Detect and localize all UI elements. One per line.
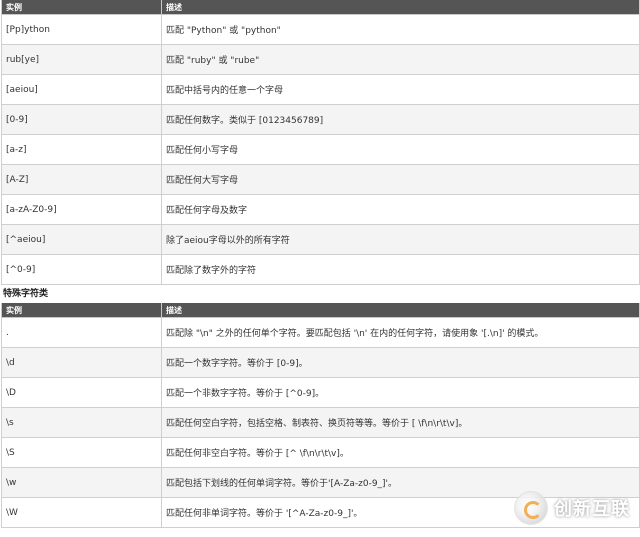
table-row: [a-z] 匹配任何小写字母 <box>1 134 640 165</box>
example-cell: [^aeiou] <box>1 224 162 255</box>
table-row: [A-Z] 匹配任何大写字母 <box>1 164 640 195</box>
description-cell: 匹配任何字母及数字 <box>161 194 640 225</box>
section-title: 特殊字符类 <box>3 289 49 299</box>
header-example: 实例 <box>1 0 162 15</box>
description-cell: 匹配任何非空白字符。等价于 [^ \f\n\r\t\v]。 <box>161 437 640 468</box>
description-cell: 匹配一个数字字符。等价于 [0-9]。 <box>161 347 640 378</box>
example-cell: [Pp]ython <box>1 14 162 45</box>
table-header-row: 实例 描述 <box>1 0 640 15</box>
example-cell: \W <box>1 497 162 528</box>
example-cell: \s <box>1 407 162 438</box>
header-example: 实例 <box>1 303 162 318</box>
description-cell: 匹配任何空白字符，包括空格、制表符、换页符等等。等价于 [ \f\n\r\t\v… <box>161 407 640 438</box>
table-row: [aeiou] 匹配中括号内的任意一个字母 <box>1 74 640 105</box>
description-cell: 匹配任何数字。类似于 [0123456789] <box>161 104 640 135</box>
description-cell: 匹配任何大写字母 <box>161 164 640 195</box>
example-cell: [^0-9] <box>1 254 162 285</box>
example-cell: \D <box>1 377 162 408</box>
table-header-row: 实例 描述 <box>1 303 640 318</box>
header-description: 描述 <box>161 0 640 15</box>
description-cell: 匹配除 "\n" 之外的任何单个字符。要匹配包括 '\n' 在内的任何字符，请使… <box>161 317 640 348</box>
table-row: [^0-9] 匹配除了数字外的字符 <box>1 254 640 285</box>
table-row: \S 匹配任何非空白字符。等价于 [^ \f\n\r\t\v]。 <box>1 437 640 468</box>
example-cell: \S <box>1 437 162 468</box>
brand-name: 创新互联 <box>554 499 630 520</box>
example-cell: \d <box>1 347 162 378</box>
brand-watermark: 创新互联 <box>514 491 630 525</box>
example-cell: rub[ye] <box>1 44 162 75</box>
table-row: . 匹配除 "\n" 之外的任何单个字符。要匹配包括 '\n' 在内的任何字符，… <box>1 317 640 348</box>
table-row: [^aeiou] 除了aeiou字母以外的所有字符 <box>1 224 640 255</box>
table-row: \D 匹配一个非数字字符。等价于 [^0-9]。 <box>1 377 640 408</box>
table-row: \d 匹配一个数字字符。等价于 [0-9]。 <box>1 347 640 378</box>
example-cell: [a-z] <box>1 134 162 165</box>
table-row: [a-zA-Z0-9] 匹配任何字母及数字 <box>1 194 640 225</box>
header-description: 描述 <box>161 303 640 318</box>
example-cell: [0-9] <box>1 104 162 135</box>
example-cell: [aeiou] <box>1 74 162 105</box>
description-cell: 匹配 "Python" 或 "python" <box>161 14 640 45</box>
brand-logo-icon <box>514 491 548 525</box>
example-cell: [a-zA-Z0-9] <box>1 194 162 225</box>
description-cell: 匹配中括号内的任意一个字母 <box>161 74 640 105</box>
example-cell: [A-Z] <box>1 164 162 195</box>
description-cell: 匹配一个非数字字符。等价于 [^0-9]。 <box>161 377 640 408</box>
description-cell: 除了aeiou字母以外的所有字符 <box>161 224 640 255</box>
example-cell: . <box>1 317 162 348</box>
character-class-table: 实例 描述 [Pp]ython 匹配 "Python" 或 "python" r… <box>1 0 640 285</box>
example-cell: \w <box>1 467 162 498</box>
table-row: [0-9] 匹配任何数字。类似于 [0123456789] <box>1 104 640 135</box>
description-cell: 匹配除了数字外的字符 <box>161 254 640 285</box>
description-cell: 匹配 "ruby" 或 "rube" <box>161 44 640 75</box>
table-row: \s 匹配任何空白字符，包括空格、制表符、换页符等等。等价于 [ \f\n\r\… <box>1 407 640 438</box>
description-cell: 匹配任何小写字母 <box>161 134 640 165</box>
table-row: rub[ye] 匹配 "ruby" 或 "rube" <box>1 44 640 75</box>
table-row: [Pp]ython 匹配 "Python" 或 "python" <box>1 14 640 45</box>
